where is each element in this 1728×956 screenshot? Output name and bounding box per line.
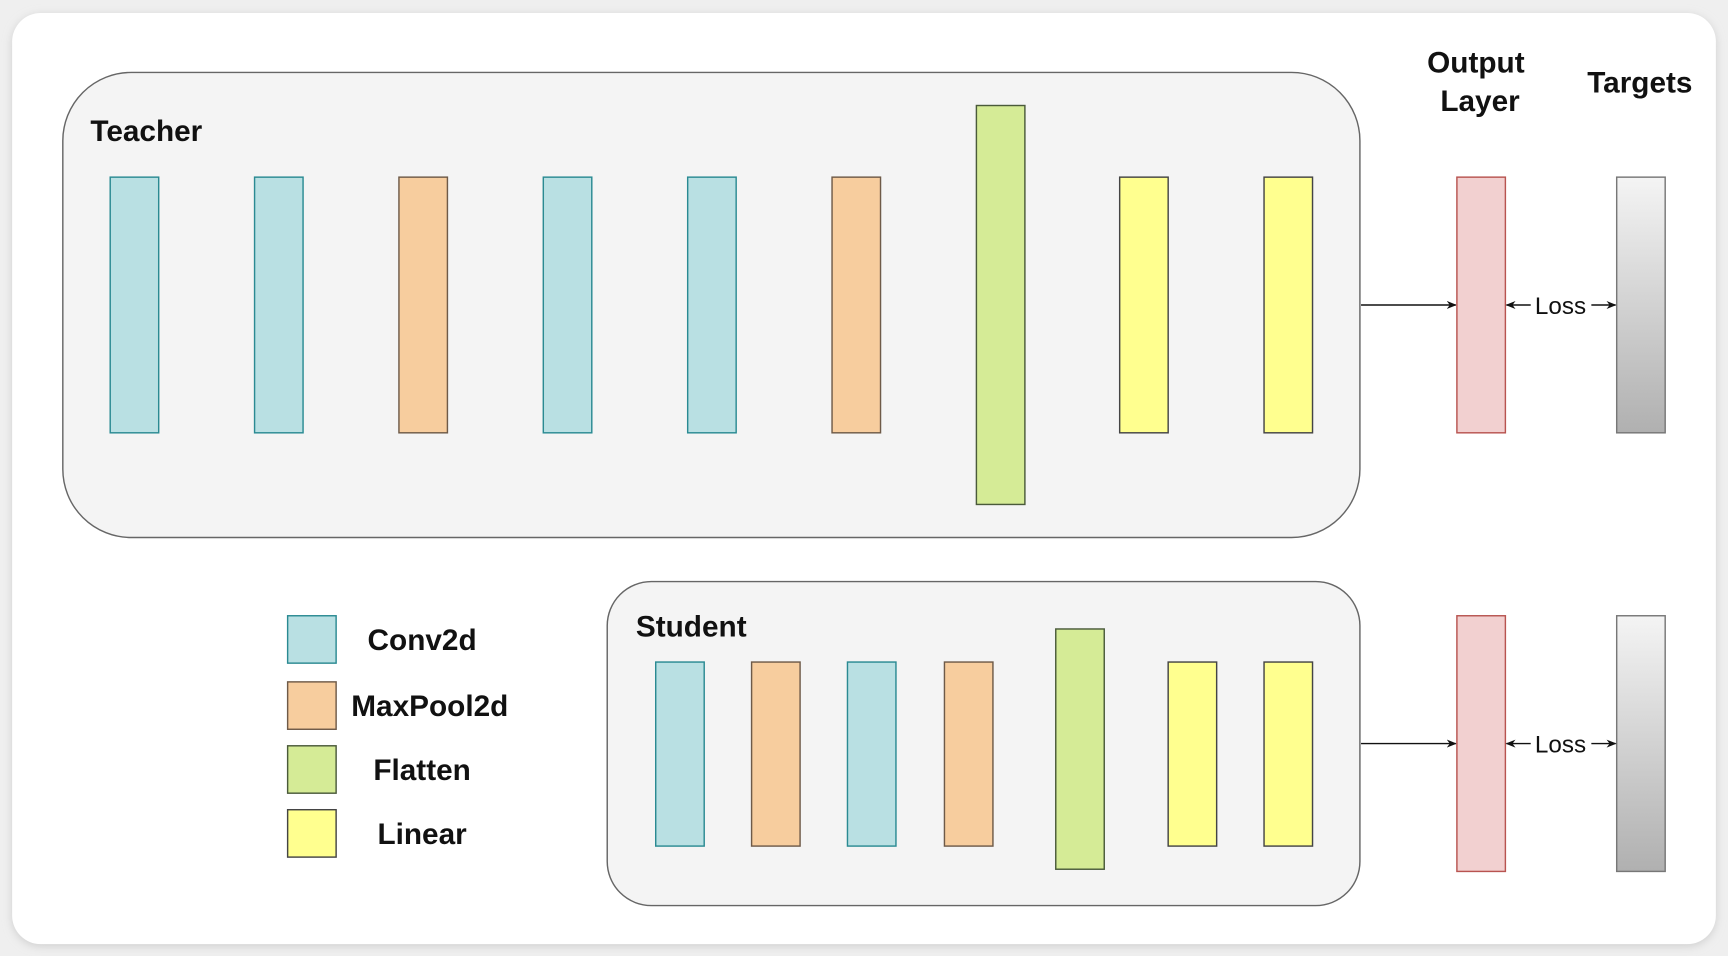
teacher-layer-conv2d [686,176,737,434]
legend-label-flatten: Flatten [373,754,471,787]
student-layer-linear [1167,661,1218,847]
distillation-diagram: Teacher Student Output Layer Targets Los… [12,12,1716,947]
teacher-layer-maxpool2d [831,176,882,434]
teacher-label: Teacher [90,115,202,148]
legend-swatch-maxpool2d [286,681,337,730]
teacher-layer-conv2d [109,176,160,434]
student-layer-maxpool2d [750,661,801,847]
legend-label-linear: Linear [377,818,467,851]
targets-header: Targets [1587,66,1692,99]
legend-swatch-conv2d [286,615,337,664]
student-output-layer [1456,615,1507,873]
teacher-output-layer [1456,176,1507,434]
teacher-loss-label: Loss [1535,293,1586,320]
student-layer-conv2d [654,661,705,847]
teacher-layer-conv2d [542,176,593,434]
teacher-layer-linear [1263,176,1314,434]
teacher-targets [1615,176,1666,434]
teacher-layer-maxpool2d [398,176,449,434]
student-layers [654,628,1314,870]
student-layer-maxpool2d [943,661,994,847]
legend-swatch-flatten [286,745,337,794]
student-layer-flatten [1055,628,1105,870]
student-targets [1615,615,1666,873]
legend-label-maxpool2d: MaxPool2d [351,690,508,723]
legend-label-conv2d: Conv2d [368,624,477,657]
teacher-layer-flatten [975,104,1026,506]
teacher-layer-conv2d [253,176,304,434]
student-layer-conv2d [846,661,897,847]
student-label: Student [636,611,747,644]
student-layer-linear [1263,661,1314,847]
legend-swatch-linear [286,808,337,858]
student-loss-label: Loss [1535,731,1586,758]
teacher-layer-linear [1118,176,1169,434]
